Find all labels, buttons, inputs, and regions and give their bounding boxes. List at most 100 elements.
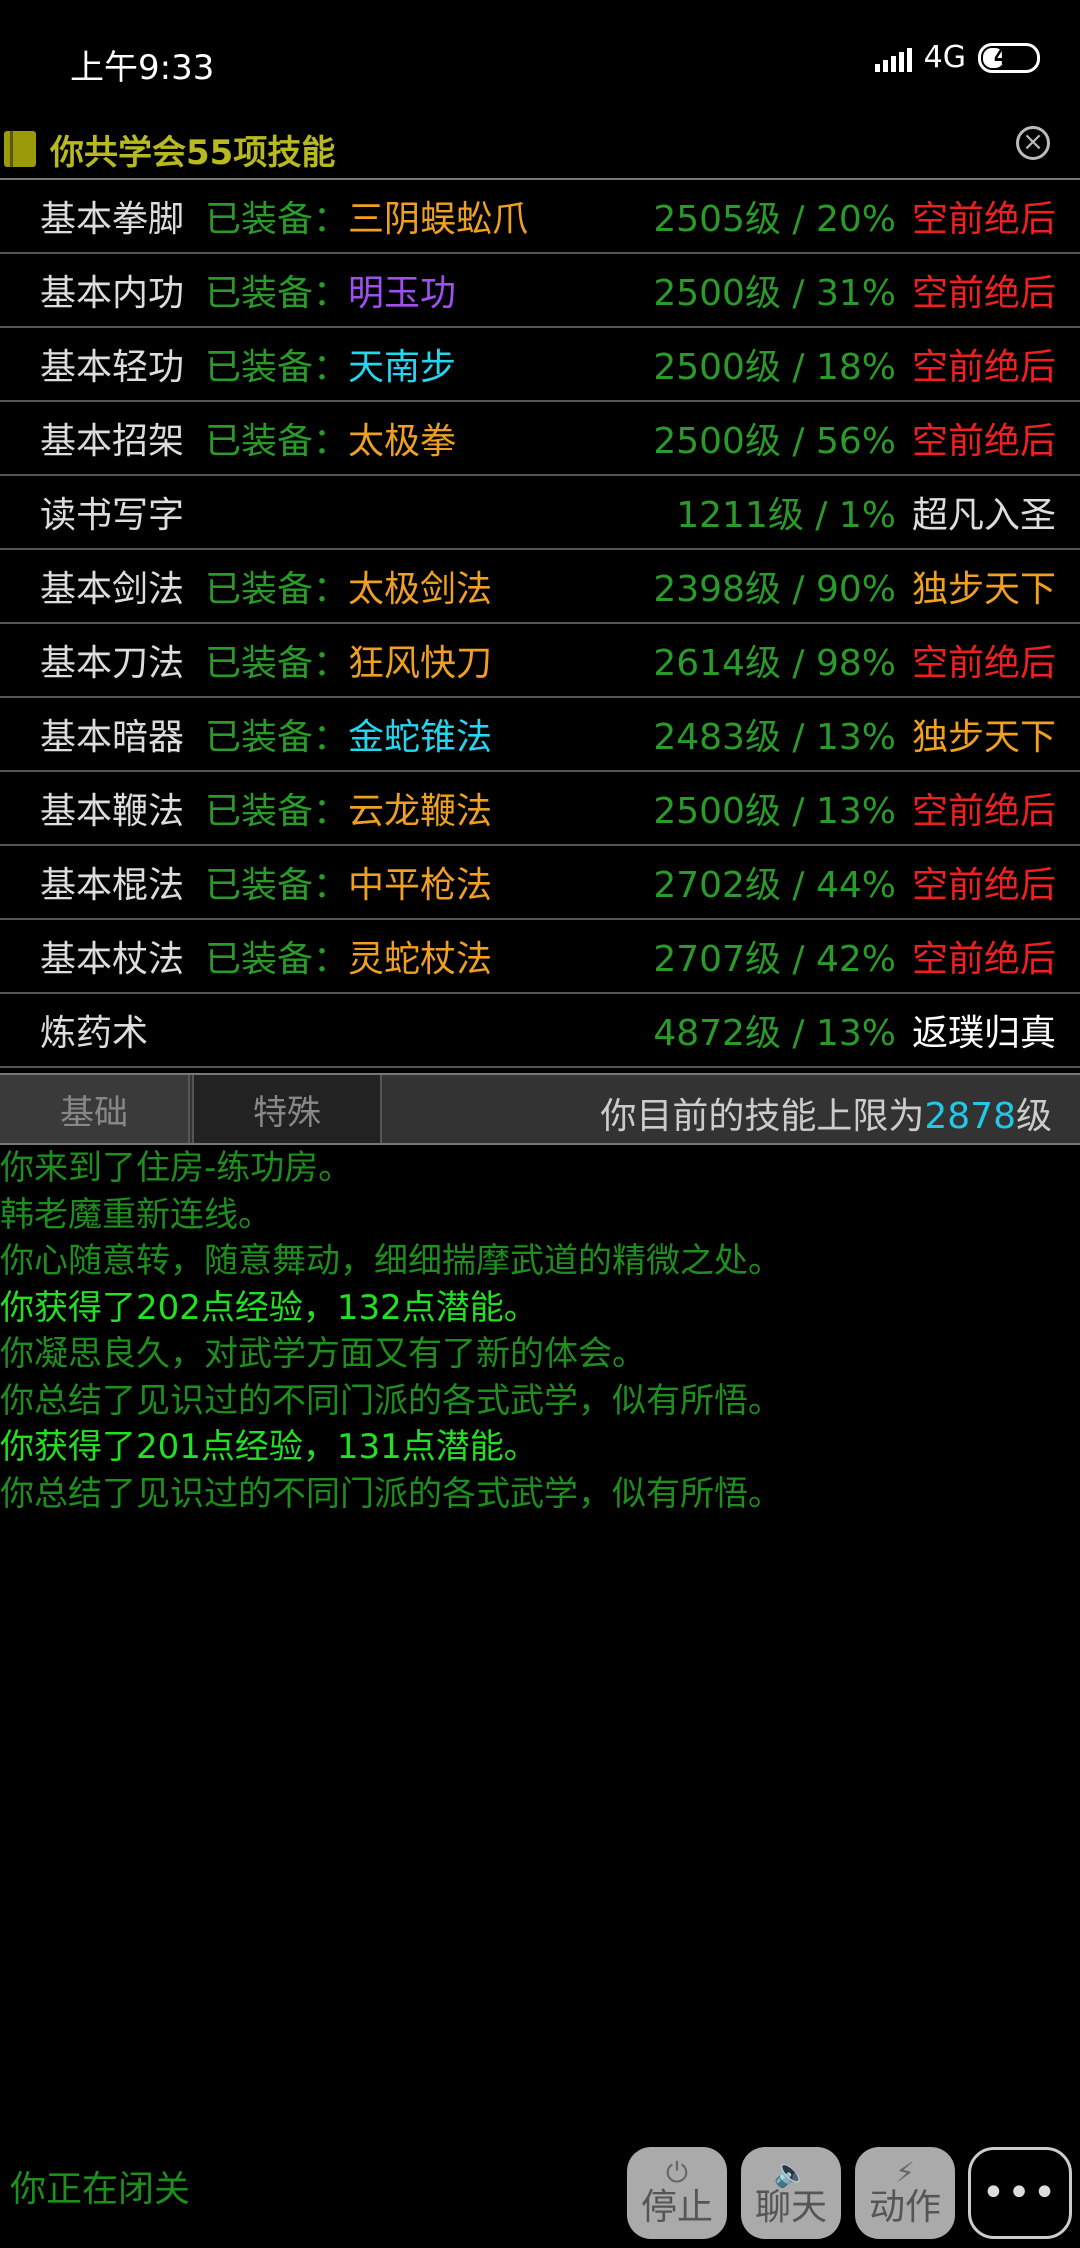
log-line: 你获得了202点经验，132点潜能。 <box>0 1287 538 1328</box>
skill-level: 2614级 / 98% <box>653 643 896 684</box>
chat-button-label: 聊天 <box>754 2187 827 2228</box>
skill-rank: 独步天下 <box>911 569 1056 610</box>
skill-level: 2500级 / 18% <box>653 347 896 388</box>
skill-level: 2707级 / 42% <box>653 939 896 980</box>
skill-level: 2483级 / 13% <box>653 717 896 758</box>
equip-label: 已装备： <box>205 199 350 240</box>
equip-label: 已装备： <box>205 273 350 314</box>
log-line: 你总结了见识过的不同门派的各式武学，似有所悟。 <box>0 1473 782 1514</box>
equip-label: 已装备： <box>205 569 350 610</box>
close-icon[interactable]: × <box>1016 126 1050 160</box>
skill-rank: 空前绝后 <box>911 421 1056 462</box>
skill-name: 基本轻功 <box>40 347 185 388</box>
skill-row[interactable]: 基本杖法 已装备： 灵蛇杖法 2707级 / 42% 空前绝后 <box>0 920 1080 994</box>
skills-panel-header: 你共学会55项技能 × <box>0 120 1080 178</box>
log-line: 你获得了201点经验，131点潜能。 <box>0 1427 538 1467</box>
skill-name: 基本刀法 <box>40 643 185 684</box>
equip-label: 已装备： <box>205 421 350 462</box>
skill-row[interactable]: 基本鞭法 已装备： 云龙鞭法 2500级 / 13% 空前绝后 <box>0 772 1080 846</box>
skill-level: 2500级 / 56% <box>653 421 896 462</box>
skill-row[interactable]: 基本暗器 已装备： 金蛇锥法 2483级 / 13% 独步天下 <box>0 698 1080 772</box>
power-icon: ⏻ <box>665 2156 689 2189</box>
log-line: 韩老魔重新连线。 <box>0 1194 272 1235</box>
log-line: 你心随意转，随意舞动，细细揣摩武道的精微之处。 <box>0 1241 782 1281</box>
equip-label: 已装备： <box>205 865 350 906</box>
skill-level: 2505级 / 20% <box>653 199 896 240</box>
skill-name: 基本暗器 <box>40 717 185 758</box>
skill-rank: 独步天下 <box>911 717 1056 758</box>
tab-special[interactable]: 特殊 <box>192 1075 382 1143</box>
book-icon <box>4 131 36 167</box>
equip-label: 已装备： <box>205 643 350 684</box>
skills-panel-title: 你共学会55项技能 <box>50 132 336 173</box>
skill-row[interactable]: 基本刀法 已装备： 狂风快刀 2614级 / 98% 空前绝后 <box>0 624 1080 698</box>
skill-rank: 空前绝后 <box>911 347 1056 388</box>
status-icons: 4G 41 <box>874 40 1040 75</box>
skill-name: 基本杖法 <box>40 939 185 980</box>
log-line: 你总结了见识过的不同门派的各式武学，似有所悟。 <box>0 1380 782 1421</box>
equipped-skill: 狂风快刀 <box>348 643 493 684</box>
battery-icon: 41 <box>978 42 1040 73</box>
skill-rank: 空前绝后 <box>911 791 1056 832</box>
skill-limit-suffix: 级 <box>1015 1096 1052 1137</box>
battery-level: 41 <box>993 45 1025 70</box>
skill-name: 基本棍法 <box>40 865 185 906</box>
equipped-skill: 云龙鞭法 <box>348 791 493 832</box>
equipped-skill: 金蛇锥法 <box>348 717 493 758</box>
footer-status: 你正在闭关 <box>10 2169 191 2210</box>
equip-label: 已装备： <box>205 347 350 388</box>
network-type: 4G <box>923 40 966 75</box>
skill-row[interactable]: 基本剑法 已装备： 太极剑法 2398级 / 90% 独步天下 <box>0 550 1080 624</box>
lightning-icon: ⚡ <box>895 2156 915 2189</box>
equip-label: 已装备： <box>205 939 350 980</box>
chat-button[interactable]: 🔈 聊天 <box>741 2147 841 2239</box>
skill-level: 4872级 / 13% <box>653 1013 896 1054</box>
skill-tabbar: 基础 特殊 你目前的技能上限为2878级 <box>0 1073 1080 1145</box>
skill-rank: 超凡入圣 <box>911 495 1056 536</box>
equipped-skill: 太极拳 <box>348 421 457 462</box>
log-line: 你来到了住房-练功房。 <box>0 1148 353 1188</box>
skill-row[interactable]: 基本拳脚 已装备： 三阴蜈蚣爪 2505级 / 20% 空前绝后 <box>0 180 1080 254</box>
equipped-skill: 太极剑法 <box>348 569 493 610</box>
skill-limit-prefix: 你目前的技能上限为 <box>600 1096 925 1137</box>
action-button-label: 动作 <box>868 2187 941 2228</box>
equip-label: 已装备： <box>205 791 350 832</box>
stop-button-label: 停止 <box>640 2187 713 2228</box>
status-time: 上午9:33 <box>70 48 215 88</box>
equipped-skill: 天南步 <box>348 347 457 388</box>
equipped-skill: 灵蛇杖法 <box>348 939 493 980</box>
status-bar: 上午9:33 4G 41 <box>0 0 1080 120</box>
skill-level: 2702级 / 44% <box>653 865 896 906</box>
equipped-skill: 三阴蜈蚣爪 <box>348 199 529 240</box>
skill-row[interactable]: 基本招架 已装备： 太极拳 2500级 / 56% 空前绝后 <box>0 402 1080 476</box>
equipped-skill: 中平枪法 <box>348 865 493 906</box>
skill-rank: 空前绝后 <box>911 865 1056 906</box>
skill-row[interactable]: 炼药术 4872级 / 13% 返璞归真 <box>0 994 1080 1068</box>
skill-name: 基本剑法 <box>40 569 185 610</box>
skill-row[interactable]: 基本轻功 已装备： 天南步 2500级 / 18% 空前绝后 <box>0 328 1080 402</box>
stop-button[interactable]: ⏻ 停止 <box>627 2147 727 2239</box>
skill-level: 2500级 / 13% <box>653 791 896 832</box>
signal-icon <box>874 44 912 72</box>
speaker-icon: 🔈 <box>773 2156 809 2189</box>
skill-level: 2398级 / 90% <box>653 569 896 610</box>
log-line: 你凝思良久，对武学方面又有了新的体会。 <box>0 1334 646 1374</box>
skill-row[interactable]: 基本棍法 已装备： 中平枪法 2702级 / 44% 空前绝后 <box>0 846 1080 920</box>
skill-name: 基本拳脚 <box>40 199 185 240</box>
skill-row[interactable]: 基本内功 已装备： 明玉功 2500级 / 31% 空前绝后 <box>0 254 1080 328</box>
skill-name: 炼药术 <box>40 1013 149 1054</box>
equip-label: 已装备： <box>205 717 350 758</box>
skill-rank: 空前绝后 <box>911 199 1056 240</box>
skill-rank: 空前绝后 <box>911 643 1056 684</box>
skill-row[interactable]: 读书写字 1211级 / 1% 超凡入圣 <box>0 476 1080 550</box>
more-button[interactable]: ••• <box>968 2147 1072 2239</box>
action-button[interactable]: ⚡ 动作 <box>855 2147 955 2239</box>
message-log: 你来到了住房-练功房。 韩老魔重新连线。你心随意转，随意舞动，细细揣摩武道的精微之… <box>0 1145 1080 1517</box>
skill-list: 基本拳脚 已装备： 三阴蜈蚣爪 2505级 / 20% 空前绝后 基本内功 已装备： 明玉功 2… <box>0 178 1080 1068</box>
skill-rank: 空前绝后 <box>911 273 1056 314</box>
tab-basic[interactable]: 基础 <box>0 1075 190 1143</box>
skill-name: 读书写字 <box>40 495 185 536</box>
skill-rank: 空前绝后 <box>911 939 1056 980</box>
skill-name: 基本鞭法 <box>40 791 185 832</box>
skill-level: 1211级 / 1% <box>676 495 896 536</box>
